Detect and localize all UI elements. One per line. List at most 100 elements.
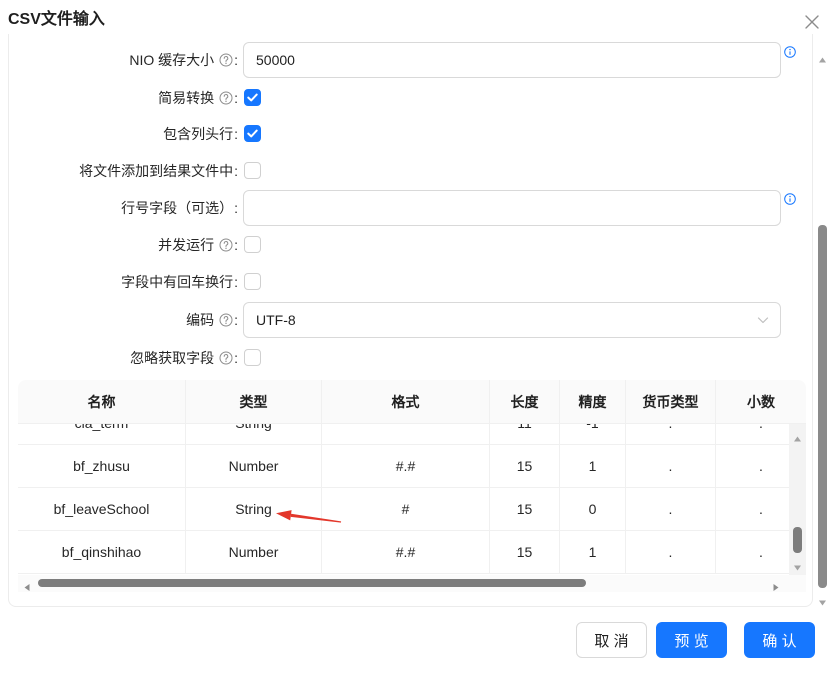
cell-name: bf_zhusu (18, 445, 186, 487)
check-icon (247, 129, 258, 138)
ignore-fetch-fields-label: 忽略获取字段 (0, 340, 238, 376)
check-icon (247, 93, 258, 102)
cell-format: #.# (322, 445, 490, 487)
include-header-label: 包含列头行 (0, 116, 238, 152)
add-to-result-label-text: 将文件添加到结果文件中 (79, 163, 234, 179)
simple-convert-label: 简易转换 (0, 80, 238, 116)
question-circle-icon[interactable] (219, 351, 233, 365)
table-header: 名称 类型 格式 长度 精度 货币类型 小数 (18, 380, 806, 424)
add-to-result-label: 将文件添加到结果文件中 (0, 153, 238, 189)
table-row[interactable]: cia_termString11-1.. (18, 424, 806, 445)
ignore-fetch-fields-row: 忽略获取字段 (0, 340, 812, 376)
scroll-left-arrow-icon[interactable] (23, 579, 31, 591)
preview-button[interactable]: 预 览 (656, 622, 727, 658)
column-header-decimal: 小数 (747, 393, 775, 410)
close-icon[interactable] (805, 15, 819, 29)
scroll-up-arrow-icon[interactable] (818, 51, 827, 63)
scroll-up-arrow-icon[interactable] (793, 430, 802, 442)
cell-length: 11 (490, 424, 560, 444)
confirm-button[interactable]: 确 认 (744, 622, 815, 658)
run-in-parallel-row: 并发运行 (0, 227, 812, 263)
table-row[interactable]: bf_qinshihao Number #.# 15 1.. (18, 531, 806, 574)
cell-currency-type: . (626, 445, 716, 487)
question-circle-icon[interactable] (219, 91, 233, 105)
fields-table: 名称类型格式长度精度货币类型小数 cia_termString11-1..bf_… (18, 380, 806, 592)
newline-in-fields-label: 字段中有回车换行 (0, 264, 238, 300)
scroll-right-arrow-icon[interactable] (772, 579, 780, 591)
add-to-result-row: 将文件添加到结果文件中 (0, 153, 812, 189)
nio-buffer-row: NIO 缓存大小 (0, 42, 812, 78)
newline-in-fields-checkbox[interactable] (244, 273, 261, 290)
encoding-label: 编码 (0, 302, 238, 338)
row-number-field-row: 行号字段（可选） (0, 190, 812, 226)
table-row[interactable]: bf_zhusu Number #.# 15 1.. (18, 445, 806, 488)
cell-precision: 1 (560, 531, 626, 573)
cell-type: Number (186, 531, 322, 573)
scroll-down-arrow-icon[interactable] (793, 559, 802, 571)
ignore-fetch-fields-label-text: 忽略获取字段 (130, 350, 215, 366)
table-row[interactable]: bf_leaveSchool String #15 0.. (18, 488, 806, 531)
ignore-fetch-fields-checkbox[interactable] (244, 349, 261, 366)
cell-length: 15 (490, 531, 560, 573)
cell-name: bf_leaveSchool (18, 488, 186, 530)
row-number-field-label-text: 行号字段（可选） (121, 200, 234, 216)
encoding-label-text: 编码 (186, 312, 215, 328)
include-header-checkbox[interactable] (244, 125, 261, 142)
dialog-vertical-scrollbar[interactable] (816, 45, 829, 607)
info-circle-icon[interactable] (784, 193, 796, 205)
cell-currency-type: . (626, 488, 716, 530)
table-horizontal-scrollbar[interactable] (18, 575, 806, 592)
cancel-button[interactable]: 取 消 (576, 622, 647, 658)
newline-in-fields-row: 字段中有回车换行 (0, 264, 812, 300)
column-header-length: 长度 (490, 380, 560, 423)
column-header-precision: 精度 (560, 380, 626, 423)
cell-type: String (186, 424, 322, 444)
cell-type: String (186, 488, 322, 530)
column-header-name: 名称 (18, 380, 186, 423)
cell-precision: 0 (560, 488, 626, 530)
run-in-parallel-label: 并发运行 (0, 227, 238, 263)
question-circle-icon[interactable] (219, 238, 233, 252)
nio-buffer-label: NIO 缓存大小 (0, 42, 238, 78)
encoding-row: 编码 UTF-8 (0, 302, 812, 338)
column-header-currency-type: 货币类型 (626, 380, 716, 423)
cell-precision: -1 (560, 424, 626, 444)
cell-type: Number (186, 445, 322, 487)
cell-currency-type: . (626, 424, 716, 444)
dialog-title: CSV文件输入 (8, 11, 105, 28)
cell-length: 15 (490, 445, 560, 487)
question-circle-icon[interactable] (219, 313, 233, 327)
cell-format: #.# (322, 531, 490, 573)
row-number-field-label: 行号字段（可选） (0, 190, 238, 226)
include-header-row: 包含列头行 (0, 116, 812, 152)
cell-format: # (322, 488, 490, 530)
cell-precision: 1 (560, 445, 626, 487)
cell-name: cia_term (18, 424, 186, 444)
question-circle-icon[interactable] (219, 53, 233, 67)
table-rows: cia_termString11-1..bf_zhusuNumber#.#151… (18, 424, 806, 574)
scroll-down-arrow-icon[interactable] (818, 594, 827, 606)
run-in-parallel-label-text: 并发运行 (158, 237, 215, 253)
simple-convert-row: 简易转换 (0, 80, 812, 116)
dialog-vertical-scroll-thumb[interactable] (818, 225, 827, 588)
encoding-select[interactable]: UTF-8 (243, 302, 781, 338)
table-vertical-scroll-thumb[interactable] (793, 527, 802, 553)
table-body[interactable]: cia_termString11-1..bf_zhusuNumber#.#151… (18, 424, 806, 575)
simple-convert-label-text: 简易转换 (158, 90, 215, 106)
newline-in-fields-label-text: 字段中有回车换行 (121, 274, 234, 290)
row-number-field-input[interactable] (243, 190, 781, 226)
nio-buffer-label-text: NIO 缓存大小 (129, 52, 215, 68)
simple-convert-checkbox[interactable] (244, 89, 261, 106)
info-circle-icon[interactable] (784, 46, 796, 58)
run-in-parallel-checkbox[interactable] (244, 236, 261, 253)
cell-format (322, 424, 490, 444)
table-horizontal-scroll-thumb[interactable] (38, 579, 586, 587)
cell-name: bf_qinshihao (18, 531, 186, 573)
column-header-format: 格式 (322, 380, 490, 423)
nio-buffer-input[interactable] (243, 42, 781, 78)
cell-currency-type: . (626, 531, 716, 573)
table-vertical-scrollbar[interactable] (789, 424, 806, 575)
column-header-type: 类型 (186, 380, 322, 423)
encoding-select-value: UTF-8 (256, 312, 296, 328)
add-to-result-checkbox[interactable] (244, 162, 261, 179)
